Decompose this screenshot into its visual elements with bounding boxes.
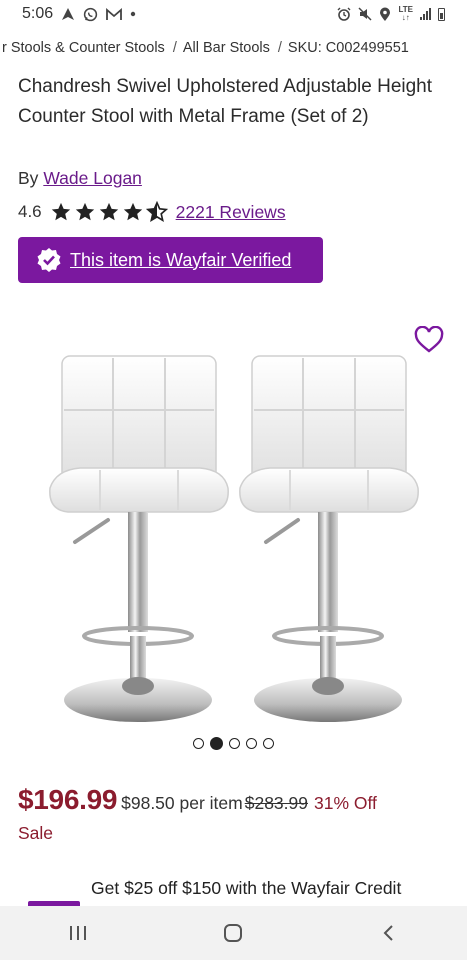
carousel-dot[interactable] bbox=[246, 738, 257, 749]
breadcrumb: r Stools & Counter Stools / All Bar Stools… bbox=[0, 40, 467, 62]
location-icon bbox=[380, 7, 391, 21]
carousel-dot[interactable] bbox=[263, 738, 274, 749]
was-price: $283.99 bbox=[244, 793, 308, 813]
discount-label: 31% Off bbox=[314, 793, 377, 813]
stool-left bbox=[49, 355, 229, 722]
status-left: 5:06 bbox=[22, 5, 136, 23]
whatsapp-icon bbox=[83, 7, 98, 21]
product-image[interactable] bbox=[20, 330, 450, 730]
credit-promo[interactable]: Get $25 off $150 with the Wayfair Credit bbox=[0, 876, 467, 909]
gmail-icon bbox=[106, 7, 123, 20]
star-full-icon bbox=[75, 202, 94, 221]
system-nav-bar bbox=[0, 906, 467, 960]
status-time: 5:06 bbox=[22, 5, 54, 22]
recent-apps-button[interactable] bbox=[58, 913, 98, 953]
sale-label: Sale bbox=[18, 823, 54, 843]
back-icon bbox=[383, 925, 393, 941]
stool-right bbox=[239, 355, 419, 722]
mute-icon bbox=[358, 7, 373, 21]
price-row: $196.99 $98.50 per item $283.99 31% Off bbox=[18, 784, 377, 816]
rating-row: 4.6 2221 Reviews bbox=[18, 201, 286, 223]
battery-icon bbox=[438, 7, 445, 21]
breadcrumb-separator: / bbox=[277, 40, 282, 56]
navigation-icon bbox=[62, 8, 75, 20]
lte-icon: LTE ↓↑ bbox=[398, 5, 413, 22]
reviews-link[interactable]: 2221 Reviews bbox=[176, 202, 286, 223]
wayfair-verified-button[interactable]: This item is Wayfair Verified bbox=[18, 237, 323, 283]
rating-value: 4.6 bbox=[18, 202, 42, 221]
star-full-icon bbox=[99, 202, 118, 221]
breadcrumb-separator: / bbox=[172, 40, 177, 56]
byline-prefix: By bbox=[18, 168, 39, 188]
back-button[interactable] bbox=[369, 913, 409, 953]
verified-label: This item is Wayfair Verified bbox=[70, 249, 292, 270]
promo-text: Get $25 off $150 with the Wayfair Credit bbox=[91, 878, 402, 898]
star-full-icon bbox=[51, 202, 70, 221]
status-bar: 5:06 LTE ↓↑ bbox=[0, 0, 467, 28]
breadcrumb-item-stools[interactable]: r Stools & Counter Stools bbox=[2, 40, 165, 56]
recent-apps-icon bbox=[69, 926, 86, 940]
rating-stars bbox=[50, 201, 168, 223]
current-price: $196.99 bbox=[18, 784, 118, 815]
signal-icon bbox=[420, 8, 431, 20]
alarm-icon bbox=[337, 7, 351, 21]
star-full-icon bbox=[123, 202, 142, 221]
home-icon bbox=[224, 924, 243, 942]
breadcrumb-item-all-bar-stools[interactable]: All Bar Stools bbox=[183, 40, 270, 56]
carousel-dots bbox=[0, 737, 467, 750]
home-button[interactable] bbox=[213, 913, 253, 953]
carousel-dot-active[interactable] bbox=[210, 737, 223, 750]
dot-icon bbox=[130, 11, 136, 17]
status-right: LTE ↓↑ bbox=[337, 6, 445, 22]
carousel-dot[interactable] bbox=[193, 738, 204, 749]
byline: By Wade Logan bbox=[18, 168, 142, 189]
breadcrumb-sku: SKU: C002499551 bbox=[287, 40, 409, 56]
brand-link[interactable]: Wade Logan bbox=[43, 168, 142, 188]
per-item-price: $98.50 per item bbox=[121, 793, 243, 813]
product-title: Chandresh Swivel Upholstered Adjustable … bbox=[18, 76, 433, 127]
star-half-icon bbox=[145, 201, 168, 222]
verified-badge-icon bbox=[37, 248, 61, 272]
carousel-dot[interactable] bbox=[229, 738, 240, 749]
